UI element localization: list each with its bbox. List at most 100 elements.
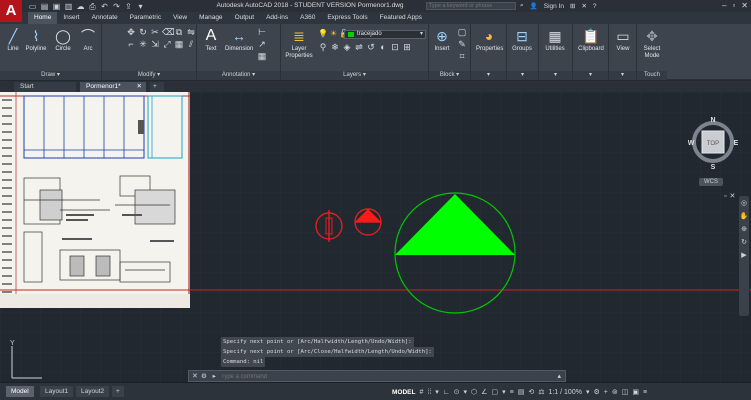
utilities-button[interactable]: ▦ Utilities [543, 27, 567, 53]
layer-match-icon[interactable]: ⇌ [354, 42, 364, 52]
autocad-logo[interactable]: A [0, 0, 22, 22]
line-button[interactable]: ╱ Line [1, 27, 25, 53]
exchange-icon[interactable]: ✕ [581, 2, 586, 10]
tab-a360[interactable]: A360 [294, 12, 321, 24]
layer-previous-icon[interactable]: ↺ [366, 42, 376, 52]
redo-icon[interactable]: ↷ [112, 2, 121, 11]
close-icon[interactable]: ✕ [741, 1, 748, 11]
mirror-icon[interactable]: ⇋ [186, 27, 196, 37]
command-customize-icon[interactable]: ⚙ ▸ [201, 372, 218, 380]
layer-unlock-icon[interactable]: ⊡ [390, 42, 400, 52]
array-icon[interactable]: ▦ [174, 39, 184, 49]
tab-view[interactable]: View [167, 12, 193, 24]
file-tab-start[interactable]: Start [14, 82, 76, 92]
layer-isolate-icon[interactable]: ◈ [342, 42, 352, 52]
workspace-gear-icon[interactable]: ⚙ [593, 388, 599, 396]
move-icon[interactable]: ✥ [126, 27, 136, 37]
tab-insert[interactable]: Insert [57, 12, 85, 24]
grid-icon[interactable]: # [419, 389, 423, 396]
snap-dropdown-icon[interactable]: ▾ [435, 388, 439, 396]
print-icon[interactable]: ⎙ [88, 2, 97, 11]
text-button[interactable]: A Text [199, 27, 223, 53]
layer-dropdown[interactable]: tracejado ▾ [344, 30, 426, 39]
hardware-acceleration-icon[interactable]: ◫ [622, 388, 629, 396]
file-tab-pormenor1[interactable]: Pormenor1* ✕ [80, 82, 146, 92]
save-icon[interactable]: ▣ [52, 2, 61, 11]
tab-manage[interactable]: Manage [193, 12, 229, 24]
tab-express-tools[interactable]: Express Tools [321, 12, 373, 24]
layer-walk-icon[interactable]: ⊞ [402, 42, 412, 52]
utilities-group-dropdown[interactable]: ▾ [539, 71, 572, 80]
clipboard-group-dropdown[interactable]: ▾ [573, 71, 608, 80]
orbit-icon[interactable]: ↻ [739, 238, 749, 248]
dimension-button[interactable]: ↔ Dimension [225, 27, 253, 53]
polar-icon[interactable]: ⊙ [454, 388, 460, 396]
save-as-icon[interactable]: ▥ [64, 2, 73, 11]
lightbulb-icon[interactable]: 💡 [318, 29, 328, 38]
scale-dropdown-icon[interactable]: ▾ [586, 388, 590, 396]
clean-screen-icon[interactable]: ▣ [632, 388, 639, 396]
offset-icon[interactable]: ⫽ [186, 39, 196, 49]
isodraft-icon[interactable]: ⬡ [471, 388, 477, 396]
cart-icon[interactable]: ⊞ [570, 2, 575, 10]
object-snap-tracking-icon[interactable]: ∠ [481, 388, 487, 396]
modify-group-title[interactable]: Modify ▾ [102, 71, 196, 80]
command-history-toggle-icon[interactable]: ▴ [557, 372, 561, 380]
command-input[interactable] [221, 372, 541, 381]
polar-dropdown-icon[interactable]: ▾ [464, 388, 468, 396]
clipboard-button[interactable]: 📋 Clipboard [577, 27, 605, 53]
transparency-icon[interactable]: ▤ [518, 388, 525, 396]
tab-add-ins[interactable]: Add-ins [260, 12, 294, 24]
scale-icon[interactable]: ⤢ [162, 39, 172, 49]
add-workspace-icon[interactable]: + [604, 389, 608, 396]
polyline-button[interactable]: ⌇ Polyline [24, 27, 48, 53]
tab-featured-apps[interactable]: Featured Apps [374, 12, 428, 24]
stretch-icon[interactable]: ⇲ [150, 39, 160, 49]
circle-button[interactable]: ◯ Circle [51, 27, 75, 53]
properties-group-dropdown[interactable]: ▾ [471, 71, 506, 80]
ortho-icon[interactable]: ∟ [443, 389, 450, 396]
search-icon[interactable]: ⌕ [520, 2, 524, 10]
annotation-group-title[interactable]: Annotation ▾ [197, 71, 280, 80]
tab-home[interactable]: Home [28, 12, 58, 24]
object-snap-icon[interactable]: ▢ [491, 388, 498, 396]
customization-icon[interactable]: ≡ [643, 389, 647, 396]
cloud-icon[interactable]: ☁ [76, 2, 85, 11]
trim-icon[interactable]: ✂ [150, 27, 160, 37]
layout-tab-layout2[interactable]: Layout2 [76, 386, 110, 397]
layer-state-icon[interactable]: ⚲ [318, 42, 328, 52]
tab-output[interactable]: Output [229, 12, 261, 24]
properties-button[interactable]: ◕ Properties [476, 27, 503, 53]
share-icon[interactable]: ⇪ [124, 2, 133, 11]
block-group-title[interactable]: Block ▾ [429, 71, 470, 80]
qat-dropdown-icon[interactable]: ▾ [136, 2, 145, 11]
rotate-icon[interactable]: ↻ [138, 27, 148, 37]
viewcube[interactable]: TOP N S E W [688, 111, 738, 171]
draw-group-title[interactable]: Draw ▾ [0, 71, 101, 80]
close-tab-icon[interactable]: ✕ [137, 82, 142, 92]
view-group-dropdown[interactable]: ▾ [609, 71, 636, 80]
view-button[interactable]: ▭ View [611, 27, 635, 53]
layer-off-icon[interactable]: ◐ [378, 42, 388, 52]
arc-button[interactable]: ⌒ Arc [76, 27, 100, 53]
open-file-icon[interactable]: ▤ [40, 2, 49, 11]
close-viewport-icon[interactable]: ✕ [729, 193, 738, 200]
wcs-dropdown[interactable]: WCS [699, 178, 723, 186]
pan-icon[interactable]: ✋ [739, 212, 749, 222]
layout-tab-model[interactable]: Model [6, 386, 34, 397]
erase-icon[interactable]: ⌫ [162, 27, 175, 37]
add-layout-button[interactable]: + [112, 386, 124, 397]
groups-group-dropdown[interactable]: ▾ [507, 71, 538, 80]
new-file-icon[interactable]: ▭ [28, 2, 37, 11]
create-block-icon[interactable]: ▢ [457, 27, 467, 37]
selection-cycling-icon[interactable]: ⟲ [528, 388, 534, 396]
linear-dim-icon[interactable]: ⊢ [257, 27, 267, 37]
edit-block-icon[interactable]: ✎ [457, 39, 467, 49]
search-input[interactable] [426, 2, 516, 10]
user-icon[interactable]: 👤 [530, 2, 538, 10]
leader-icon[interactable]: ↗ [257, 39, 267, 49]
isolate-objects-icon[interactable]: ⊚ [612, 388, 618, 396]
close-command-line-icon[interactable]: ✕ [192, 372, 198, 380]
layers-group-title[interactable]: Layers ▾ [281, 71, 428, 80]
maximize-icon[interactable]: ▫ [732, 1, 735, 11]
